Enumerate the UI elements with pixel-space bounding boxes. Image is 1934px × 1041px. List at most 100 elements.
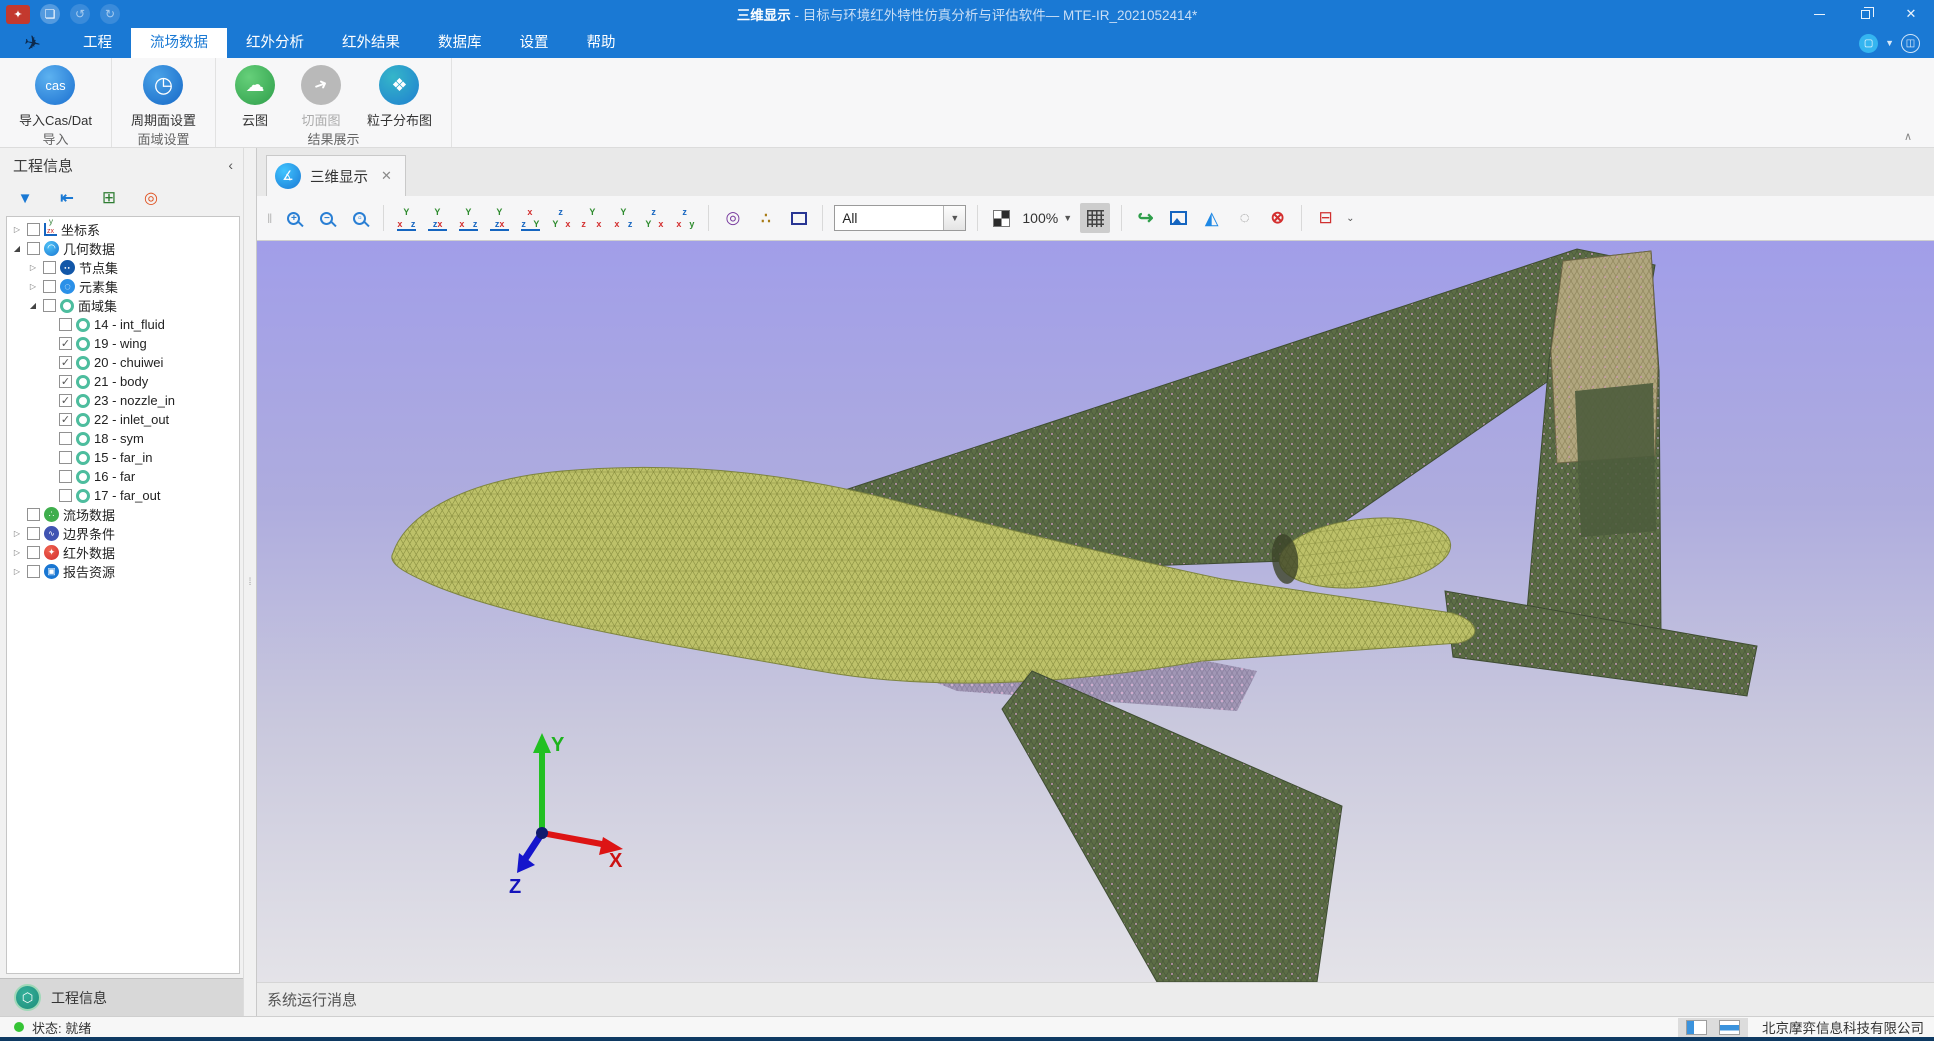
panel-collapse-icon[interactable]: ‹: [228, 157, 233, 173]
view-bottom-icon[interactable]: zYx: [550, 208, 573, 229]
tree-item[interactable]: 22 - inlet_out: [7, 410, 239, 429]
zoom-level-dropdown[interactable]: 100% ▼: [1022, 210, 1072, 226]
tree-item-checkbox[interactable]: [27, 546, 40, 559]
about-icon[interactable]: ◫: [1901, 34, 1920, 53]
tree-item[interactable]: 20 - chuiwei: [7, 353, 239, 372]
grid-toggle-button[interactable]: [1080, 203, 1110, 233]
tree-item-checkbox[interactable]: [59, 375, 72, 388]
layout-band-icon[interactable]: [1719, 1020, 1740, 1035]
tree-item[interactable]: 坐标系: [7, 220, 239, 239]
tree-item-checkbox[interactable]: [59, 318, 72, 331]
close-button[interactable]: ✕: [1888, 0, 1934, 28]
tree-item-checkbox[interactable]: [59, 394, 72, 407]
tree-item[interactable]: 16 - far: [7, 467, 239, 486]
tree-item-checkbox[interactable]: [59, 451, 72, 464]
expander-icon[interactable]: [27, 263, 39, 272]
view-iso-1-icon[interactable]: Yzx: [581, 208, 604, 229]
expander-icon[interactable]: [11, 567, 23, 576]
view-iso-4-icon[interactable]: zxy: [674, 208, 697, 229]
menu-tab[interactable]: 帮助: [568, 28, 635, 58]
cancel-icon[interactable]: ⊗: [1265, 206, 1290, 231]
tree-item-checkbox[interactable]: [59, 470, 72, 483]
locate-icon[interactable]: ◎: [140, 187, 162, 209]
tree-item-checkbox[interactable]: [59, 337, 72, 350]
tree-item[interactable]: 几何数据: [7, 239, 239, 258]
tree-item[interactable]: 18 - sym: [7, 429, 239, 448]
view-top-icon[interactable]: xzY: [519, 208, 542, 229]
tab-close-icon[interactable]: ✕: [381, 168, 392, 184]
tree-item-checkbox[interactable]: [59, 489, 72, 502]
ribbon-button[interactable]: 周期面设置: [118, 65, 209, 129]
menu-tab[interactable]: 流场数据: [131, 28, 227, 58]
minimize-button[interactable]: [1796, 0, 1842, 28]
tree-item[interactable]: 17 - far_out: [7, 486, 239, 505]
tree-item[interactable]: 14 - int_fluid: [7, 315, 239, 334]
ribbon-button[interactable]: 切面图: [288, 65, 354, 129]
tree-item-checkbox[interactable]: [59, 432, 72, 445]
tree-item[interactable]: 报告资源: [7, 562, 239, 581]
grid-view-icon[interactable]: ⊞: [98, 187, 120, 209]
menu-tab[interactable]: 数据库: [419, 28, 501, 58]
mirror-icon[interactable]: ◭: [1199, 206, 1224, 231]
tree-item[interactable]: 流场数据: [7, 505, 239, 524]
tree-item[interactable]: 面域集: [7, 296, 239, 315]
menu-tab[interactable]: 红外结果: [323, 28, 419, 58]
maximize-button[interactable]: [1842, 0, 1888, 28]
tree-item[interactable]: 23 - nozzle_in: [7, 391, 239, 410]
window-layout-icon[interactable]: ▢: [1859, 34, 1878, 53]
menu-tab[interactable]: 红外分析: [227, 28, 323, 58]
tree-item-checkbox[interactable]: [43, 261, 56, 274]
tree-item-checkbox[interactable]: [43, 299, 56, 312]
camera-icon[interactable]: ◎: [720, 206, 745, 231]
zoom-in-icon[interactable]: +: [281, 206, 306, 231]
ribbon-collapse-icon[interactable]: ∧: [1904, 130, 1912, 143]
expander-icon[interactable]: [27, 282, 39, 291]
ribbon-button[interactable]: 导入Cas/Dat: [6, 65, 105, 129]
zoom-fit-icon[interactable]: ▫: [347, 206, 372, 231]
redo-icon[interactable]: ↻: [100, 4, 120, 24]
view-iso-2-icon[interactable]: Yxz: [612, 208, 635, 229]
filter-icon[interactable]: ▼: [14, 187, 36, 209]
tree-item-checkbox[interactable]: [27, 223, 40, 236]
ring-nodes-icon[interactable]: ◌: [1232, 206, 1257, 231]
tree-item[interactable]: 边界条件: [7, 524, 239, 543]
undo-icon[interactable]: ↺: [70, 4, 90, 24]
view-back-icon[interactable]: Yxz: [426, 208, 449, 229]
toolbar-grip[interactable]: ‖: [267, 211, 273, 226]
particle-points-icon[interactable]: ∴: [753, 206, 778, 231]
panel-splitter[interactable]: ⁞: [243, 148, 257, 1016]
tab-3d-view[interactable]: ∡ 三维显示 ✕: [266, 155, 406, 196]
snapshot-icon[interactable]: [1166, 206, 1191, 231]
tree-item-checkbox[interactable]: [27, 242, 40, 255]
tree-item[interactable]: 红外数据: [7, 543, 239, 562]
box-select-icon[interactable]: [786, 206, 811, 231]
transparency-icon[interactable]: [989, 206, 1014, 231]
expander-icon[interactable]: [11, 244, 23, 253]
display-filter-select[interactable]: All ▼: [834, 205, 966, 231]
tree-item-checkbox[interactable]: [27, 565, 40, 578]
viewport-3d[interactable]: Y X Z: [257, 241, 1934, 982]
package-icon[interactable]: ⊟: [1313, 206, 1338, 231]
app-menu-button[interactable]: ✦: [6, 5, 30, 24]
tree-item[interactable]: 15 - far_in: [7, 448, 239, 467]
menu-tab[interactable]: 设置: [501, 28, 568, 58]
tree-item-checkbox[interactable]: [59, 413, 72, 426]
combo-dropdown-icon[interactable]: ▼: [943, 206, 965, 230]
expander-icon[interactable]: [11, 529, 23, 538]
ribbon-button[interactable]: 粒子分布图: [354, 65, 445, 129]
zoom-out-icon[interactable]: −: [314, 206, 339, 231]
tree-item[interactable]: 元素集: [7, 277, 239, 296]
tree-item[interactable]: 节点集: [7, 258, 239, 277]
tree-item[interactable]: 21 - body: [7, 372, 239, 391]
export-arrow-icon[interactable]: ↪: [1133, 206, 1158, 231]
ribbon-button[interactable]: 云图: [222, 65, 288, 129]
tree-item-checkbox[interactable]: [43, 280, 56, 293]
tree-item[interactable]: 19 - wing: [7, 334, 239, 353]
menu-tab[interactable]: 工程: [64, 28, 131, 58]
panel-footer-project-info[interactable]: ⬡ 工程信息: [0, 978, 243, 1016]
tree-item-checkbox[interactable]: [27, 508, 40, 521]
expander-icon[interactable]: [11, 225, 23, 234]
view-right-icon[interactable]: Yxz: [488, 208, 511, 229]
chevron-down-icon[interactable]: ⌄: [1346, 213, 1354, 224]
expander-icon[interactable]: [27, 301, 39, 310]
